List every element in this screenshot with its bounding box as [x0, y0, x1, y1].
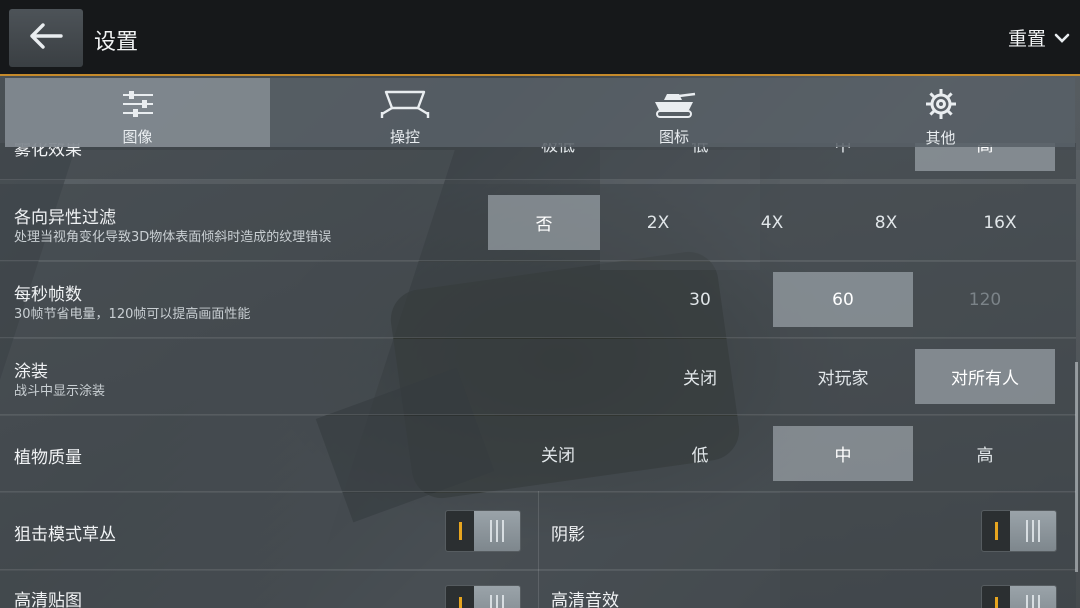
top-bar: 设置 重置 — [0, 0, 1080, 76]
setting-row-camo: 涂装 战斗中显示涂装 关闭 对玩家 对所有人 — [0, 339, 1076, 415]
back-button[interactable] — [9, 9, 83, 67]
tab-label: 图像 — [122, 128, 153, 146]
option-aniso-8x[interactable]: 8X — [830, 195, 942, 250]
setting-title: 植物质量 — [14, 448, 82, 468]
toggle-label: 高清贴图 — [14, 591, 82, 608]
option-aniso-16x[interactable]: 16X — [944, 195, 1056, 250]
setting-subtitle: 战斗中显示涂装 — [14, 384, 106, 399]
toggle-switch-shadows[interactable] — [981, 510, 1057, 552]
tab-controls[interactable]: 操控 — [270, 78, 540, 147]
settings-list: 雾化效果 极低 低 中 高 各向异性过滤 处理当视角变化导致3D物体表面倾斜时造… — [0, 143, 1080, 608]
toggle-knob — [474, 586, 520, 608]
arrow-left-icon — [29, 23, 63, 53]
option-veg-high[interactable]: 高 — [915, 426, 1055, 481]
tab-graphics[interactable]: 图像 — [5, 78, 270, 147]
toggle-item-sniper-grass: 狙击模式草丛 — [0, 493, 538, 570]
option-aniso-4x[interactable]: 4X — [716, 195, 828, 250]
setting-title: 每秒帧数 — [14, 285, 82, 305]
option-camo-off[interactable]: 关闭 — [630, 349, 770, 404]
gear-icon — [924, 87, 958, 121]
setting-row-anisotropic: 各向异性过滤 处理当视角变化导致3D物体表面倾斜时造成的纹理错误 否 2X 4X… — [0, 184, 1076, 261]
toggle-knob — [474, 511, 520, 551]
setting-subtitle: 处理当视角变化导致3D物体表面倾斜时造成的纹理错误 — [14, 230, 332, 245]
option-camo-players[interactable]: 对玩家 — [773, 349, 913, 404]
toggle-switch-hd-textures[interactable] — [445, 585, 521, 608]
option-aniso-off[interactable]: 否 — [488, 195, 600, 250]
setting-row-fog: 雾化效果 极低 低 中 高 — [0, 143, 1076, 180]
toggle-knob — [1010, 586, 1056, 608]
scrollbar[interactable] — [1075, 362, 1078, 572]
tab-other[interactable]: 其他 — [808, 78, 1073, 147]
tank-icon — [649, 87, 699, 120]
toggle-item-shadows: 阴影 — [539, 493, 1077, 570]
setting-title: 涂装 — [14, 362, 48, 382]
toggle-switch-hd-audio[interactable] — [981, 585, 1057, 608]
option-fog-low[interactable]: 低 — [630, 143, 770, 171]
option-fps-30[interactable]: 30 — [630, 272, 770, 327]
setting-row-vegetation: 植物质量 关闭 低 中 高 — [0, 416, 1076, 492]
option-veg-off[interactable]: 关闭 — [488, 426, 628, 481]
option-fog-medium[interactable]: 中 — [773, 143, 913, 171]
option-fog-very-low[interactable]: 极低 — [488, 143, 628, 171]
tab-label: 图标 — [658, 128, 689, 146]
reset-label: 重置 — [1007, 28, 1046, 50]
toggle-knob — [1010, 511, 1056, 551]
option-fps-120[interactable]: 120 — [915, 272, 1055, 327]
toggle-switch-sniper-grass[interactable] — [445, 510, 521, 552]
toggle-label: 阴影 — [551, 525, 585, 545]
tab-label: 其他 — [925, 129, 956, 147]
option-camo-everyone[interactable]: 对所有人 — [915, 349, 1055, 404]
controls-icon — [380, 87, 430, 120]
toggle-label: 狙击模式草丛 — [14, 525, 116, 545]
option-veg-low[interactable]: 低 — [630, 426, 770, 481]
toggle-item-hd-audio: 高清音效 — [539, 571, 1077, 608]
tab-bar: 图像 操控 图标 其他 — [5, 78, 1075, 147]
page-title: 设置 — [94, 30, 139, 55]
toggle-label: 高清音效 — [551, 591, 619, 608]
tab-icons[interactable]: 图标 — [540, 78, 808, 147]
setting-subtitle: 30帧节省电量，120帧可以提高画面性能 — [14, 307, 251, 322]
tab-label: 操控 — [389, 128, 420, 146]
sliders-icon — [121, 87, 155, 120]
reset-dropdown[interactable]: 重置 — [1008, 24, 1070, 51]
option-fps-60[interactable]: 60 — [773, 272, 913, 327]
toggle-item-hd-textures: 高清贴图 — [0, 571, 538, 608]
option-aniso-2x[interactable]: 2X — [602, 195, 714, 250]
chevron-down-icon — [1054, 27, 1070, 49]
setting-row-fps: 每秒帧数 30帧节省电量，120帧可以提高画面性能 30 60 120 — [0, 262, 1076, 338]
setting-title: 各向异性过滤 — [14, 208, 116, 228]
column-divider — [538, 491, 539, 608]
option-veg-medium[interactable]: 中 — [773, 426, 913, 481]
